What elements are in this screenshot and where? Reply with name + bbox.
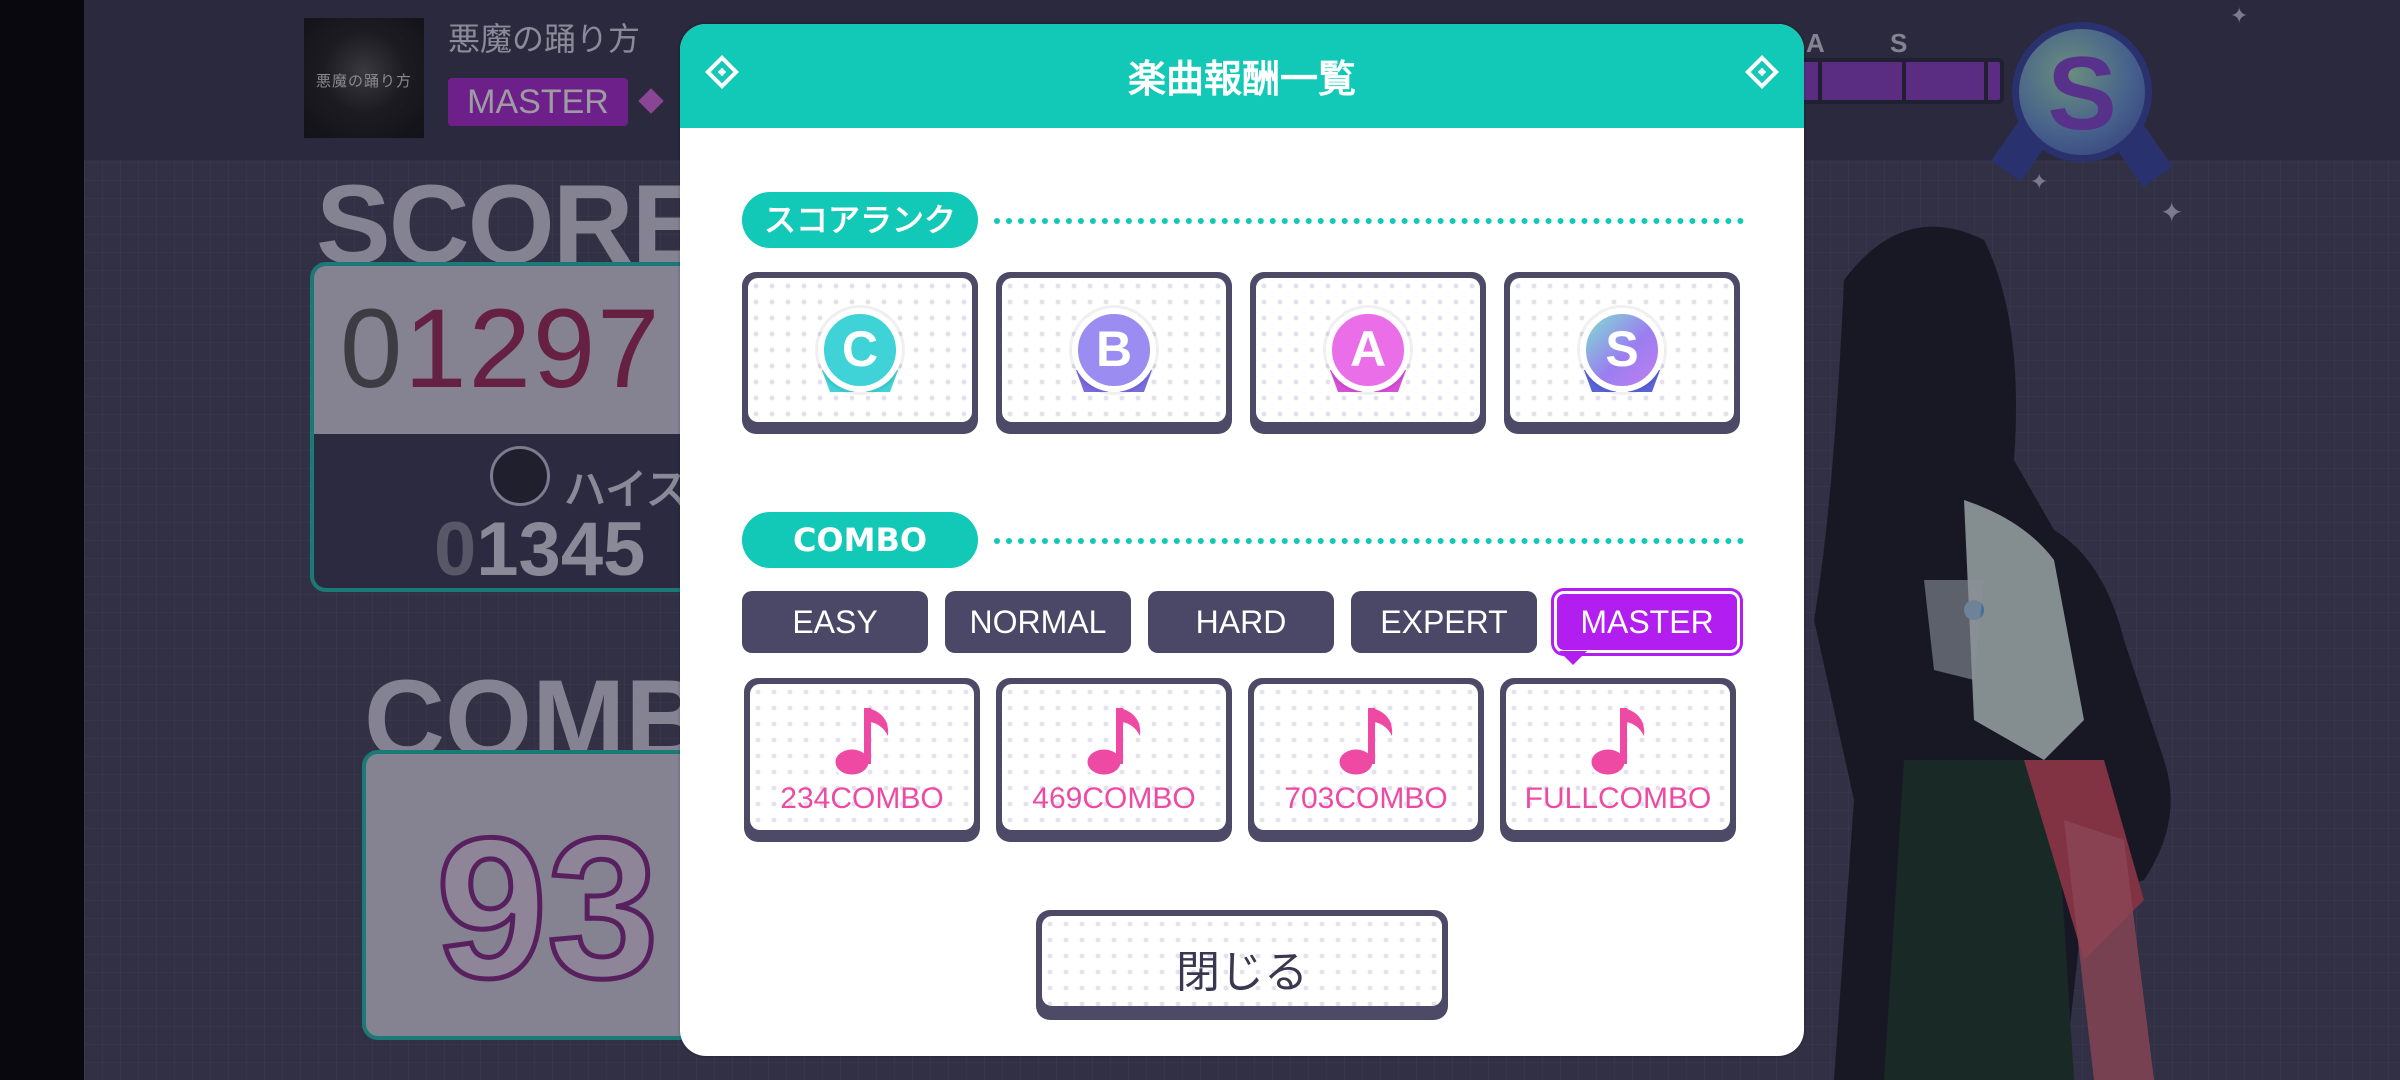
tab-normal[interactable]: NORMAL: [945, 591, 1131, 653]
close-button[interactable]: 閉じる: [1036, 910, 1448, 1020]
tab-master[interactable]: MASTER: [1554, 591, 1740, 653]
combo-reward-card: FULLCOMBO: [1500, 678, 1736, 842]
combo-reward-card: 234COMBO: [744, 678, 980, 842]
section-divider: [994, 218, 1744, 224]
section-divider: [994, 538, 1744, 544]
score-rank-reward-b: B: [996, 272, 1232, 434]
tab-easy[interactable]: EASY: [742, 591, 928, 653]
rank-s-medal-icon: S: [1580, 308, 1664, 392]
close-button-label: 閉じる: [1176, 947, 1308, 998]
card-body: 469COMBO: [1002, 684, 1226, 830]
score-rank-section-label: スコアランク: [742, 192, 978, 248]
tab-hard[interactable]: HARD: [1148, 591, 1334, 653]
music-note-icon: [1336, 708, 1393, 778]
medal-letter: S: [1605, 321, 1639, 377]
combo-reward-label: FULLCOMBO: [1524, 782, 1712, 815]
combo-reward-card: 469COMBO: [996, 678, 1232, 842]
card-body: 234COMBO: [750, 684, 974, 830]
active-tab-pointer: [1559, 651, 1587, 665]
combo-section-label: COMBO: [742, 512, 978, 568]
card-body: FULLCOMBO: [1506, 684, 1730, 830]
combo-reward-label: 234COMBO: [780, 782, 944, 815]
medal-letter: B: [1095, 321, 1133, 377]
music-note-icon: [1084, 708, 1141, 778]
reward-list-dialog: 楽曲報酬一覧 スコアランク C B A S COMBO EASY NORMAL …: [680, 24, 1804, 1056]
medal-letter: C: [841, 321, 879, 377]
card-body: S: [1510, 278, 1734, 422]
card-body: B: [1002, 278, 1226, 422]
rank-c-medal-icon: C: [818, 308, 902, 392]
card-body: C: [748, 278, 972, 422]
tab-expert[interactable]: EXPERT: [1351, 591, 1537, 653]
music-note-icon: [1588, 708, 1645, 778]
combo-reward-label: 469COMBO: [1032, 782, 1196, 815]
music-note-icon: [832, 708, 889, 778]
combo-reward-card: 703COMBO: [1248, 678, 1484, 842]
rank-a-medal-icon: A: [1326, 308, 1410, 392]
score-rank-reward-s: S: [1504, 272, 1740, 434]
combo-reward-label: 703COMBO: [1284, 782, 1448, 815]
score-rank-reward-c: C: [742, 272, 978, 434]
card-body: A: [1256, 278, 1480, 422]
dialog-header: 楽曲報酬一覧: [680, 24, 1804, 128]
close-button-body[interactable]: 閉じる: [1042, 916, 1442, 1006]
score-rank-reward-a: A: [1250, 272, 1486, 434]
card-body: 703COMBO: [1254, 684, 1478, 830]
dialog-title: 楽曲報酬一覧: [1127, 57, 1356, 101]
medal-letter: A: [1349, 321, 1387, 377]
rank-b-medal-icon: B: [1072, 308, 1156, 392]
